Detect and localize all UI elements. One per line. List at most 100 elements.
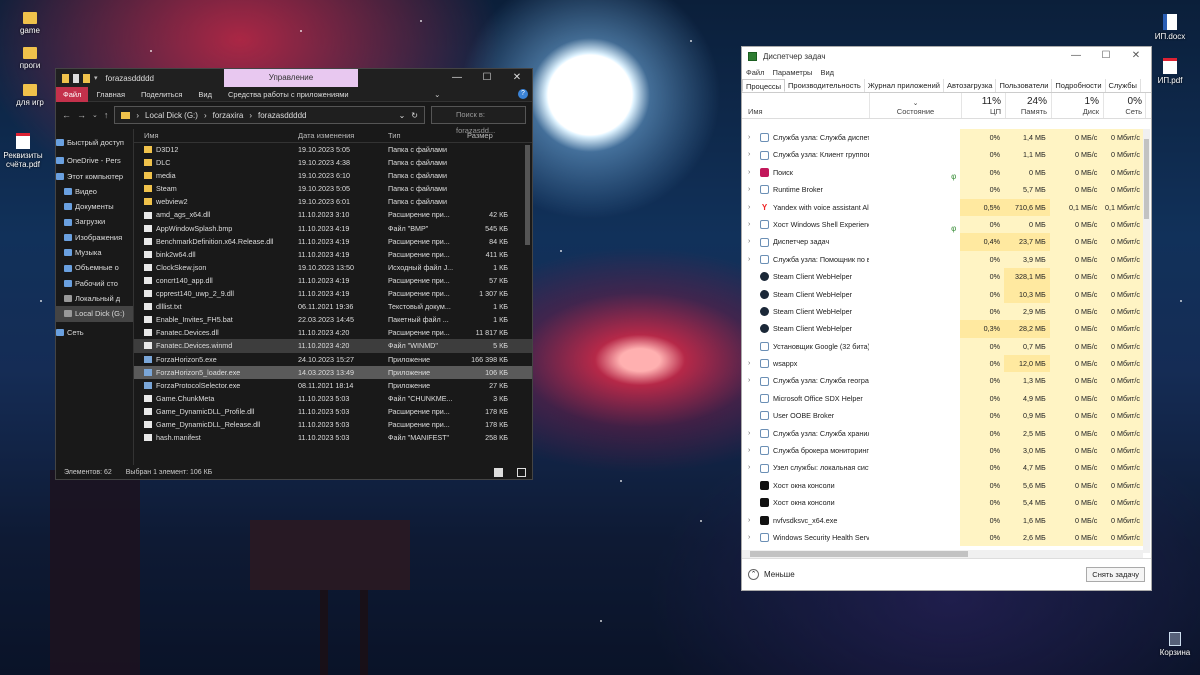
expand-chevron-icon[interactable]: › (748, 442, 756, 459)
maximize-button[interactable]: ☐ (1091, 47, 1121, 65)
process-row[interactable]: ›Служба узла: Служба географ...0%1,3 МБ0… (742, 372, 1143, 390)
details-view-icon[interactable] (494, 467, 503, 477)
breadcrumb-folder[interactable]: forzaxira (213, 111, 244, 120)
file-row[interactable]: amd_ags_x64.dll 11.10.2023 3:10 Расширение… (134, 208, 532, 221)
nav-onedrive[interactable]: OneDrive - Pers (56, 153, 133, 168)
breadcrumb-drive[interactable]: Local Dick (G:) (145, 111, 198, 120)
properties-icon[interactable] (73, 73, 79, 83)
scrollbar-thumb[interactable] (750, 551, 968, 557)
file-row[interactable]: AppWindowSplash.bmp 11.10.2023 4:19 Файл "… (134, 222, 532, 235)
expand-chevron-icon[interactable]: › (748, 199, 756, 216)
nav-music[interactable]: Музыка (56, 245, 133, 260)
minimize-button[interactable]: — (442, 69, 472, 87)
tab-app-history[interactable]: Журнал приложений (865, 79, 944, 92)
ribbon-tab-share[interactable]: Поделиться (133, 90, 190, 99)
recent-chevron-icon[interactable]: ⌄ (92, 111, 98, 119)
tab-performance[interactable]: Производительность (785, 79, 865, 92)
nav-local-dick-g[interactable]: Local Dick (G:) (56, 306, 133, 322)
nav-3d-objects[interactable]: Объемные о (56, 260, 133, 275)
process-row[interactable]: › Runtime Broker 0% 5,7 МБ 0 МБ/с 0 Мбит/с (742, 181, 1143, 199)
column-date[interactable]: Дата изменения (298, 129, 388, 142)
column-type[interactable]: Тип (388, 129, 463, 142)
new-folder-icon[interactable] (83, 73, 90, 83)
process-row[interactable]: › Windows Security Health Service 0% 2,6 МБ… (742, 528, 1143, 547)
expand-chevron-icon[interactable]: › (748, 164, 756, 181)
process-row[interactable]: Microsoft Office SDX Helper 0% 4,9 МБ 0 МБ/… (742, 389, 1143, 408)
process-row[interactable]: › Служба узла: Клиент группов... 0% 1,1 МБ 0… (742, 146, 1143, 164)
process-row[interactable]: › wsappx 0% 12,0 МБ 0 МБ/с 0 Мбит/с (742, 355, 1143, 373)
nav-videos[interactable]: Видео (56, 184, 133, 199)
process-row[interactable]: ›Служба узла: Служба диспетч...0%1,4 МБ0… (742, 129, 1143, 147)
process-row[interactable]: Хост окна консоли 0% 5,4 МБ 0 МБ/с 0 Мбит/с (742, 494, 1143, 512)
chevron-down-icon[interactable]: ⌄ (399, 111, 406, 120)
expand-chevron-icon[interactable]: › (748, 129, 756, 146)
tab-processes[interactable]: Процессы (742, 79, 786, 92)
desktop-icon-progi[interactable]: проги (0, 45, 60, 70)
process-row[interactable]: Установщик Google (32 бита) 0% 0,7 МБ 0 МБ/… (742, 337, 1143, 356)
file-row[interactable]: bink2w64.dll 11.10.2023 4:19 Расширение пр… (134, 248, 532, 261)
nav-documents[interactable]: Документы (56, 199, 133, 214)
file-row[interactable]: D3D12 19.10.2023 5:05 Папка с файлами (134, 143, 532, 156)
tiles-view-icon[interactable] (517, 467, 526, 477)
chevron-down-icon[interactable]: ▾ (94, 74, 98, 82)
process-row[interactable]: Steam Client WebHelper 0% 328,1 МБ 0 МБ/с 0 … (742, 268, 1143, 286)
nav-quick-access[interactable]: Быстрый доступ (56, 135, 133, 150)
refresh-icon[interactable]: ↻ (411, 111, 418, 120)
ribbon-tab-app-tools[interactable]: Средства работы с приложениями (220, 90, 357, 99)
process-row[interactable]: › Узел службы: локальная систе... 0%4,7 МБ… (742, 459, 1143, 477)
process-row[interactable]: › nvfvsdksvc_x64.exe 0% 1,6 МБ 0 МБ/с 0 Мбит/… (742, 511, 1143, 529)
file-row[interactable]: webview2 19.10.2023 6:01 Папка с файлами (134, 195, 532, 208)
ribbon-tab-view[interactable]: Вид (190, 90, 220, 99)
search-input[interactable]: Поиск в: forazasdd... (431, 106, 526, 135)
process-row[interactable]: › Служба брокера мониторинга... 0% 3,0 МБ 0 … (742, 442, 1143, 460)
tab-users[interactable]: Пользователи (996, 79, 1053, 92)
nav-downloads[interactable]: Загрузки (56, 214, 133, 229)
desktop-icon-rekvizity[interactable]: Реквизиты счёта.pdf (0, 133, 53, 169)
expand-chevron-icon[interactable]: › (748, 251, 756, 268)
desktop-icon-game[interactable]: game (0, 10, 60, 35)
column-network[interactable]: 0% Сеть (1104, 93, 1146, 118)
nav-network[interactable]: Сеть (56, 325, 133, 340)
file-row[interactable]: BenchmarkDefinition.x64.Release.dll 11.10… (134, 235, 532, 248)
nav-this-pc[interactable]: Этот компьютер (56, 169, 133, 184)
expand-chevron-icon[interactable]: › (748, 372, 756, 389)
tab-services[interactable]: Службы (1106, 79, 1141, 92)
expand-chevron-icon[interactable]: › (748, 512, 756, 529)
expand-chevron-icon[interactable]: › (748, 146, 756, 163)
tab-startup[interactable]: Автозагрузка (944, 79, 997, 92)
file-row[interactable]: concrt140_app.dll 11.10.2023 4:19 Расширен… (134, 274, 532, 287)
ribbon-tab-home[interactable]: Главная (88, 90, 133, 99)
forward-arrow-icon[interactable]: → (77, 110, 86, 120)
file-row[interactable]: media 19.10.2023 6:10 Папка с файлами (134, 169, 532, 182)
process-row[interactable]: › Служба узла: Помощник по в... 0% 3,9 МБ 0 … (742, 250, 1143, 269)
nav-desktop[interactable]: Рабочий сто (56, 276, 133, 291)
file-row[interactable]: Game_DynamicDLL_Profile.dll 11.10.2023 5:… (134, 405, 532, 418)
process-row[interactable]: Хост окна консоли 0% 5,6 МБ 0 МБ/с 0 Мбит/с (742, 476, 1143, 495)
close-button[interactable]: ✕ (502, 69, 532, 87)
file-row[interactable]: ClockSkew.json 19.10.2023 13:50 Исходный ф… (134, 261, 532, 274)
file-row[interactable]: ForzaProtocolSelector.exe 08.11.2021 18:1… (134, 379, 532, 392)
column-cpu[interactable]: 11% ЦП (962, 93, 1006, 118)
tab-details[interactable]: Подробности (1052, 79, 1106, 92)
process-row[interactable]: User OOBE Broker 0% 0,9 МБ 0 МБ/с 0 Мбит/с (742, 407, 1143, 425)
maximize-button[interactable]: ☐ (472, 69, 502, 87)
expand-chevron-icon[interactable]: › (748, 355, 756, 372)
column-name[interactable]: Имя (742, 93, 870, 118)
expand-chevron-icon[interactable]: › (748, 233, 756, 250)
expand-chevron-icon[interactable]: › (748, 529, 756, 546)
file-row[interactable]: DLC 19.10.2023 4:38 Папка с файлами (134, 156, 532, 169)
context-tab-manage[interactable]: Управление (224, 69, 358, 87)
process-row[interactable]: › Хост Windows Shell Experience φ 0% 0 МБ 0 М… (742, 215, 1143, 234)
expand-chevron-icon[interactable]: › (748, 181, 756, 198)
process-row[interactable]: Steam Client WebHelper 0% 2,9 МБ 0 МБ/с 0 Мб… (742, 302, 1143, 321)
vertical-scrollbar[interactable] (525, 145, 530, 245)
menu-options[interactable]: Параметры (772, 68, 812, 77)
up-arrow-icon[interactable]: ↑ (104, 110, 109, 120)
file-row[interactable]: Fanatec.Devices.winmd 11.10.2023 4:20 Файл… (134, 339, 532, 353)
help-icon[interactable]: ? (517, 89, 528, 99)
scrollbar-thumb[interactable] (1144, 139, 1149, 219)
process-row[interactable]: Steam Client WebHelper 0,3% 28,2 МБ 0 МБ/с 0… (742, 320, 1143, 338)
breadcrumb-current[interactable]: forazasddddd (258, 111, 306, 120)
back-arrow-icon[interactable]: ← (62, 110, 71, 120)
process-row[interactable]: › Диспетчер задач 0,4% 23,7 МБ 0 МБ/с 0 Мбит/… (742, 233, 1143, 251)
